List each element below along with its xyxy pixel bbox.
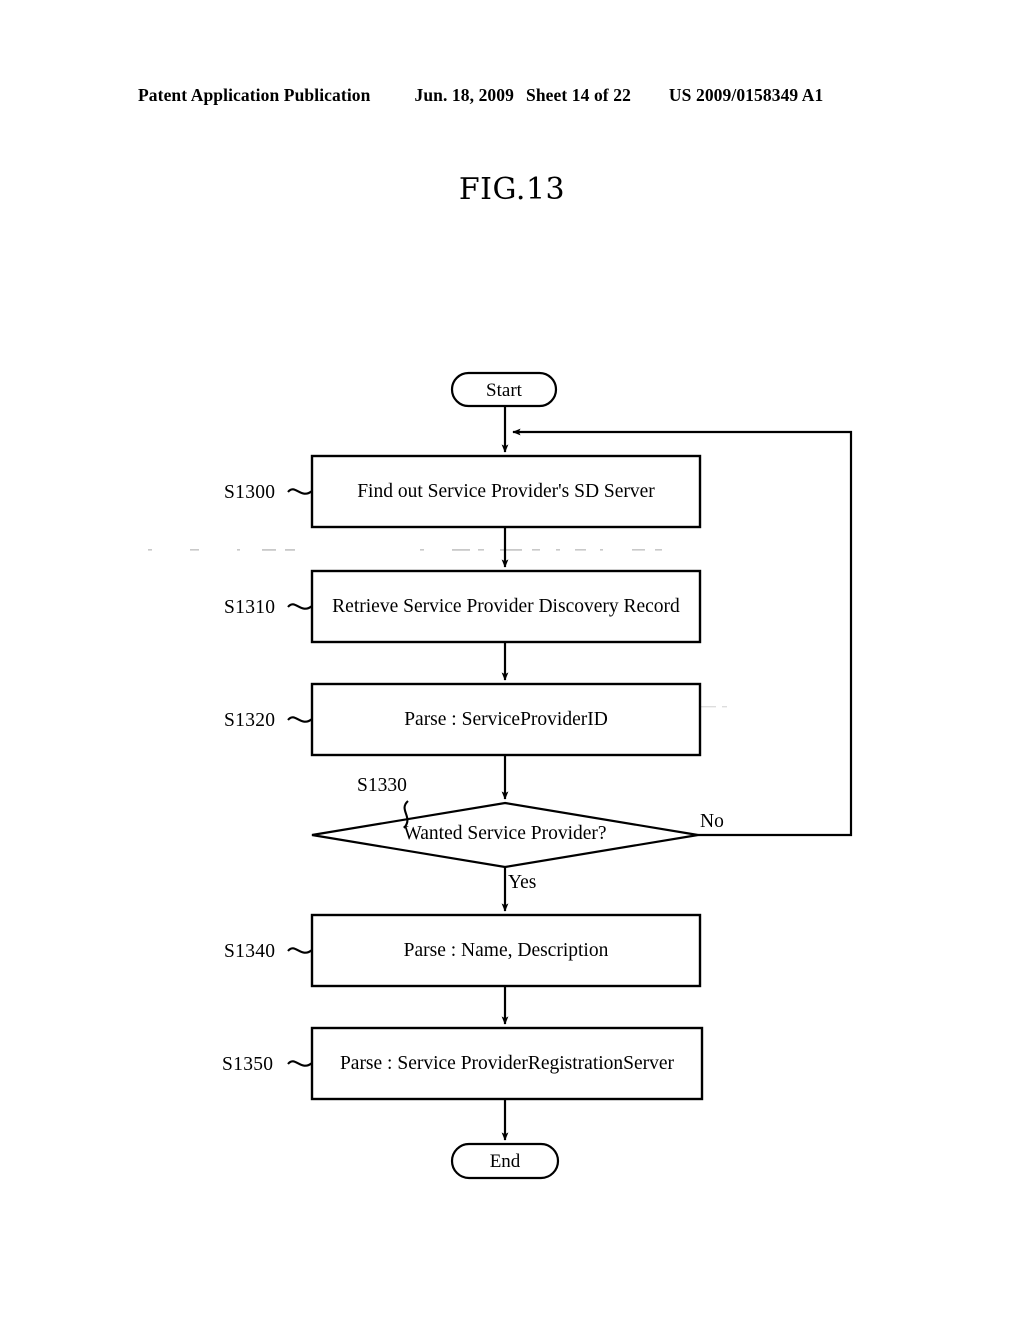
decision-text-s1330: Wanted Service Provider?	[403, 823, 607, 844]
step-tag-s1300: S1300	[224, 482, 276, 503]
scan-artifacts	[148, 549, 662, 551]
scan-artifacts-secondary	[700, 706, 727, 708]
leader-squiggle-s1340	[287, 947, 313, 954]
end-node-label: End	[489, 1151, 521, 1172]
step-text-s1340: Parse : Name, Description	[403, 940, 609, 961]
step-tag-s1350: S1350	[222, 1054, 274, 1075]
start-node-label: Start	[486, 380, 522, 401]
leader-squiggle-s1350	[287, 1060, 313, 1067]
branch-label-yes: Yes	[508, 872, 537, 893]
step-tag-s1340: S1340	[224, 941, 276, 962]
branch-label-no: No	[700, 811, 724, 832]
step-text-s1310: Retrieve Service Provider Discovery Reco…	[332, 596, 680, 617]
step-text-s1300: Find out Service Provider's SD Server	[357, 481, 655, 502]
step-tag-s1320: S1320	[224, 710, 276, 731]
flowchart-diagram	[148, 371, 853, 1180]
step-text-s1350: Parse : Service ProviderRegistrationServ…	[339, 1053, 675, 1074]
step-tag-s1330: S1330	[357, 775, 407, 796]
leader-squiggle-s1320	[287, 716, 313, 723]
step-text-s1320: Parse : ServiceProviderID	[404, 709, 608, 730]
leader-squiggle-s1300	[287, 488, 313, 495]
step-tag-s1310: S1310	[224, 597, 276, 618]
leader-squiggle-s1310	[287, 603, 313, 610]
